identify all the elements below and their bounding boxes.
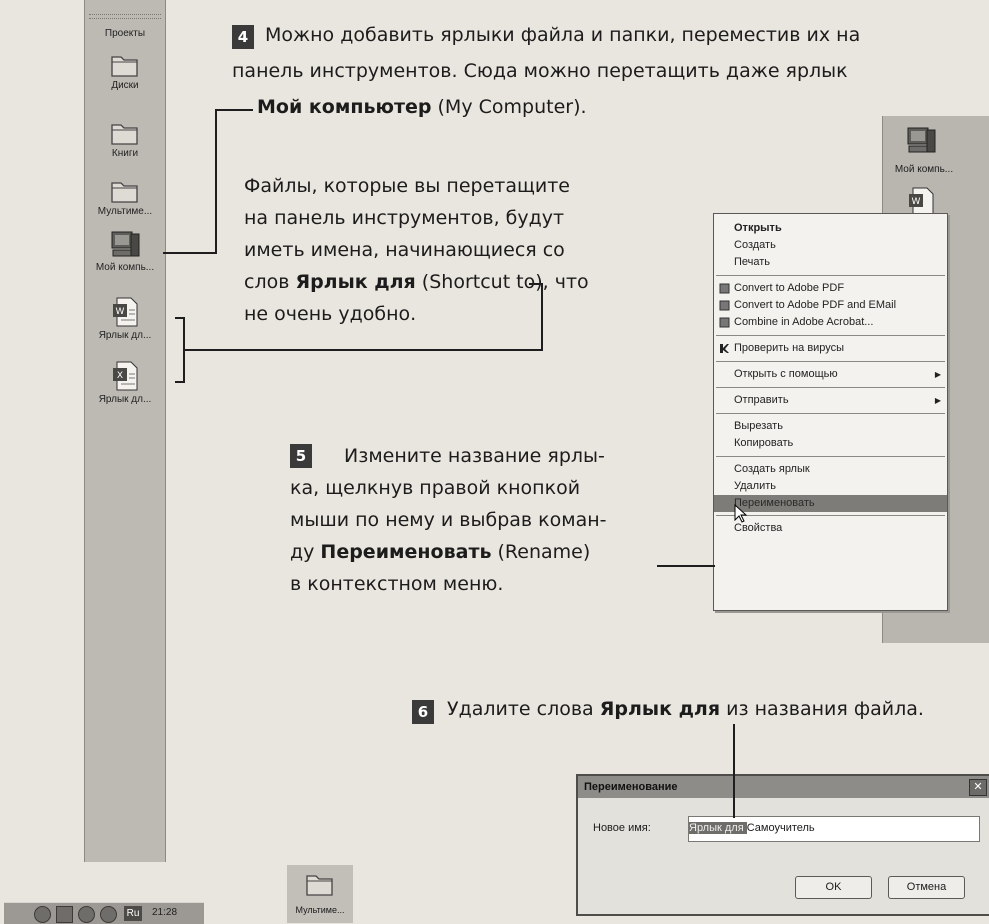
callout-line	[215, 109, 253, 111]
menu-item-open[interactable]: Открыть	[714, 220, 947, 237]
step5-line: мыши по нему и выбрав коман-	[290, 509, 607, 531]
menu-separator	[716, 456, 945, 457]
callout-line	[215, 109, 217, 253]
toolbar-item-label[interactable]: Мультиме...	[85, 206, 165, 217]
menu-separator	[716, 387, 945, 388]
computer-icon[interactable]	[109, 230, 141, 264]
menu-item-new[interactable]: Создать	[714, 237, 947, 254]
toolbar-item-label[interactable]: Проекты	[85, 28, 165, 39]
step-number: 4	[232, 25, 254, 49]
toolbar-item-label: Мультиме...	[295, 905, 345, 915]
callout-line	[657, 565, 715, 567]
step5-line: в контекстном меню.	[290, 573, 504, 595]
step5-line: ду Переименовать (Rename)	[290, 541, 591, 563]
menu-item-delete[interactable]: Удалить	[714, 478, 947, 495]
language-indicator[interactable]: Ru	[124, 906, 142, 921]
word-doc-icon[interactable]: W	[111, 296, 141, 332]
folder-icon[interactable]	[110, 120, 140, 150]
new-name-label: Новое имя:	[593, 822, 651, 834]
menu-separator	[716, 335, 945, 336]
toolbar-item-label[interactable]: Мой компь...	[85, 262, 165, 273]
folder-icon[interactable]	[305, 871, 335, 901]
menu-separator	[716, 275, 945, 276]
computer-icon[interactable]	[905, 126, 937, 160]
note-line: не очень удобно.	[244, 303, 417, 325]
menu-item-rename[interactable]: Переименовать	[714, 495, 947, 512]
browser-icon[interactable]	[100, 906, 117, 923]
menu-separator	[716, 361, 945, 362]
menu-item-properties[interactable]: Свойства	[714, 520, 947, 537]
step5-line: ка, щелкнув правой кнопкой	[290, 477, 581, 499]
menu-item-open-with[interactable]: Открыть с помощью ▶	[714, 366, 947, 383]
menu-item-convert-pdf-email[interactable]: Convert to Adobe PDF and EMail	[714, 297, 947, 314]
step-number: 6	[412, 700, 434, 724]
cancel-button[interactable]: Отмена	[888, 876, 965, 899]
step4-line: панель инструментов. Сюда можно перетащи…	[232, 60, 848, 82]
submenu-arrow-icon: ▶	[934, 396, 941, 405]
step4-line: Можно добавить ярлыки файла и папки, пер…	[265, 24, 861, 46]
note-line: иметь имена, начинающиеся со	[244, 239, 565, 261]
menu-item-combine-acrobat[interactable]: Combine in Adobe Acrobat...	[714, 314, 947, 331]
menu-item-convert-pdf[interactable]: Convert to Adobe PDF	[714, 280, 947, 297]
clock: 21:28	[152, 907, 178, 918]
quick-launch-toolbar: Проекты Диски Книги Мультиме... Мой комп…	[84, 0, 166, 862]
callout-line	[541, 283, 543, 351]
mouse-cursor-icon	[734, 503, 748, 527]
floating-toolbar: Мультиме...	[287, 865, 353, 923]
toolbar-item-label[interactable]: Ярлык дл...	[85, 394, 165, 405]
menu-item-print[interactable]: Печать	[714, 254, 947, 271]
rename-dialog: Переименование ✕ Новое имя: Ярлык для Са…	[576, 774, 989, 916]
acrobat-icon	[719, 317, 730, 328]
selected-text: Ярлык для	[689, 822, 747, 834]
callout-line	[733, 724, 735, 818]
svg-text:W: W	[912, 197, 921, 207]
callout-line	[529, 283, 543, 285]
menu-separator	[716, 515, 945, 516]
step5-line: Измените название ярлы-	[344, 445, 605, 467]
new-name-input[interactable]: Ярлык для Самоучитель	[688, 816, 980, 842]
toolbar-item-label[interactable]: Книги	[85, 148, 165, 159]
menu-item-cut[interactable]: Вырезать	[714, 418, 947, 435]
toolbar-grip[interactable]	[89, 14, 161, 19]
back-icon[interactable]	[34, 906, 51, 923]
step4-line: Мой компьютер (My Computer).	[257, 96, 587, 118]
dialog-title: Переименование	[578, 776, 989, 798]
menu-item-copy[interactable]: Копировать	[714, 435, 947, 452]
desktop-icon[interactable]	[56, 906, 73, 923]
taskbar-tray: Ru 21:28	[4, 902, 204, 924]
folder-icon[interactable]	[110, 52, 140, 82]
menu-item-create-shortcut[interactable]: Создать ярлык	[714, 461, 947, 478]
pdf-icon	[719, 283, 730, 294]
submenu-arrow-icon: ▶	[934, 370, 941, 379]
toolbar-item-label[interactable]: Диски	[85, 80, 165, 91]
callout-line	[175, 381, 185, 383]
excel-doc-icon[interactable]: X	[111, 360, 141, 396]
step-number: 5	[290, 444, 312, 468]
input-text: Самоучитель	[746, 822, 815, 834]
context-menu: Открыть Создать Печать Convert to Adobe …	[713, 213, 948, 611]
menu-item-virus-scan[interactable]: Проверить на вирусы	[714, 340, 947, 357]
callout-line	[163, 252, 217, 254]
note-line: на панель инструментов, будут	[244, 207, 565, 229]
menu-separator	[716, 413, 945, 414]
toolbar-item-label[interactable]: Мой компь...	[879, 164, 969, 175]
svg-text:W: W	[116, 307, 125, 317]
step6-line: Удалите слова Ярлык для из названия файл…	[447, 698, 924, 720]
svg-text:X: X	[117, 371, 123, 381]
toolbar-item-label[interactable]: Ярлык дл...	[85, 330, 165, 341]
media-icon[interactable]	[78, 906, 95, 923]
ok-button[interactable]: OK	[795, 876, 872, 899]
note-line: Файлы, которые вы перетащите	[244, 175, 570, 197]
pdf-icon	[719, 300, 730, 311]
callout-line	[183, 349, 543, 351]
close-icon[interactable]: ✕	[969, 779, 987, 796]
folder-icon[interactable]	[110, 178, 140, 208]
menu-item-send-to[interactable]: Отправить ▶	[714, 392, 947, 409]
antivirus-icon	[719, 343, 730, 354]
